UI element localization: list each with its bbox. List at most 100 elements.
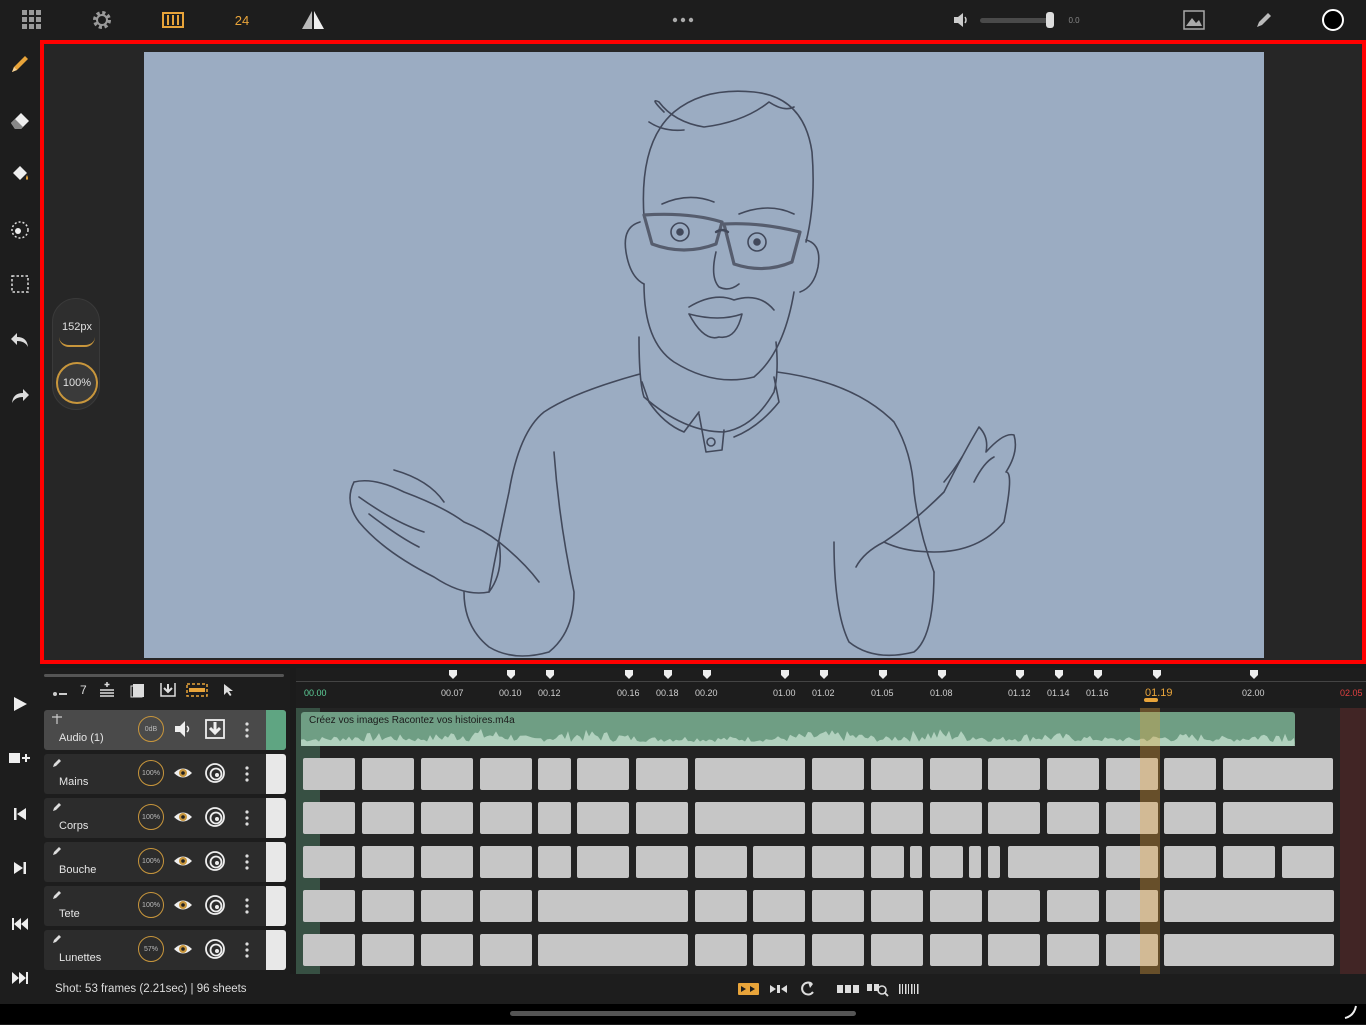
keyframe-marker[interactable] — [703, 670, 711, 679]
layer-menu-icon[interactable] — [242, 939, 252, 961]
speaker-icon[interactable] — [950, 8, 972, 32]
ellipsis-icon[interactable] — [670, 8, 696, 32]
keyframe-marker[interactable] — [1016, 670, 1024, 679]
reverse-icon[interactable] — [800, 981, 816, 1002]
frame-cell[interactable] — [695, 758, 805, 790]
frame-cell[interactable] — [988, 846, 1000, 878]
frame-cell[interactable] — [636, 846, 688, 878]
layer-opacity-dial[interactable]: 100% — [138, 892, 164, 918]
frame-cell[interactable] — [1164, 890, 1334, 922]
home-indicator[interactable] — [510, 1011, 856, 1016]
frame-cell[interactable] — [303, 802, 355, 834]
next-frame-icon[interactable] — [8, 856, 32, 880]
keyframe-marker[interactable] — [781, 670, 789, 679]
frame-cell[interactable] — [988, 890, 1040, 922]
frame-cell[interactable] — [1164, 802, 1216, 834]
frame-cell[interactable] — [362, 890, 414, 922]
frame-cell[interactable] — [988, 758, 1040, 790]
layer-row-audio[interactable]: Audio (1) 0dB — [44, 710, 286, 750]
undo-icon[interactable] — [8, 328, 32, 352]
layer-opacity-dial[interactable]: 100% — [138, 804, 164, 830]
frame-cell[interactable] — [695, 934, 747, 966]
frame-cell[interactable] — [538, 758, 571, 790]
frame-cell[interactable] — [421, 934, 473, 966]
film-icon[interactable] — [160, 8, 186, 32]
keyframe-marker[interactable] — [1094, 670, 1102, 679]
layer-options-icon[interactable] — [186, 682, 208, 703]
frame-cell[interactable] — [930, 802, 982, 834]
eye-icon[interactable] — [172, 850, 194, 872]
frame-cell[interactable] — [1047, 890, 1099, 922]
frame-cell[interactable] — [695, 846, 747, 878]
cursor-icon[interactable] — [222, 683, 234, 702]
add-frame-icon[interactable] — [8, 746, 32, 770]
onion-skin-icon[interactable] — [204, 850, 226, 872]
frame-cell[interactable] — [930, 758, 982, 790]
eye-icon[interactable] — [172, 806, 194, 828]
frames-view-icon[interactable] — [836, 982, 860, 1001]
duplicate-layer-icon[interactable] — [130, 682, 146, 703]
playhead-handle[interactable] — [1144, 698, 1158, 702]
frame-cell[interactable] — [303, 846, 355, 878]
frame-cell[interactable] — [538, 802, 571, 834]
ping-pong-icon[interactable] — [768, 982, 790, 1001]
frame-cell[interactable] — [577, 846, 629, 878]
frame-cell[interactable] — [303, 758, 355, 790]
frame-cell[interactable] — [303, 890, 355, 922]
layer-level-dial[interactable]: 0dB — [138, 716, 164, 742]
frame-cell[interactable] — [480, 934, 532, 966]
frame-cell[interactable] — [1047, 758, 1099, 790]
fps-value[interactable]: 24 — [228, 8, 256, 32]
eye-icon[interactable] — [172, 938, 194, 960]
flip-icon[interactable] — [300, 8, 326, 32]
layer-menu-icon[interactable] — [242, 763, 252, 785]
frame-cell[interactable] — [538, 890, 688, 922]
add-layer-icon[interactable] — [98, 682, 116, 703]
scribble-icon[interactable] — [1342, 1004, 1360, 1025]
frame-cell[interactable] — [1164, 758, 1216, 790]
frame-cell[interactable] — [1282, 846, 1334, 878]
redo-icon[interactable] — [8, 384, 32, 408]
frame-cell[interactable] — [538, 846, 571, 878]
layer-opacity-dial[interactable]: 100% — [138, 848, 164, 874]
keyframe-marker[interactable] — [1153, 670, 1161, 679]
frame-cell[interactable] — [577, 802, 629, 834]
color-swatch[interactable] — [1320, 8, 1346, 32]
frame-cell[interactable] — [636, 802, 688, 834]
frame-cell[interactable] — [930, 934, 982, 966]
layer-row-lunettes[interactable]: Lunettes 57% — [44, 930, 286, 970]
frame-cell[interactable] — [871, 758, 923, 790]
frame-cell[interactable] — [577, 758, 629, 790]
timeline-ruler[interactable]: 00.00 00.07 00.10 00.12 00.16 00.18 00.20 01.00… — [296, 668, 1366, 708]
frame-cell[interactable] — [871, 890, 923, 922]
layer-menu-icon[interactable] — [242, 719, 252, 741]
onion-skin-icon[interactable] — [204, 938, 226, 960]
keyframe-marker[interactable] — [879, 670, 887, 679]
frame-cell[interactable] — [753, 846, 805, 878]
frame-cell[interactable] — [871, 934, 923, 966]
brush-opacity-dial[interactable]: 100% — [56, 362, 98, 404]
go-to-start-icon[interactable] — [8, 912, 32, 936]
layer-row-corps[interactable]: Corps 100% — [44, 798, 286, 838]
frame-cell[interactable] — [871, 846, 904, 878]
onion-skin-icon[interactable] — [204, 894, 226, 916]
frame-cell[interactable] — [1047, 846, 1099, 878]
frame-cell[interactable] — [988, 934, 1040, 966]
eye-icon[interactable] — [172, 894, 194, 916]
frame-cell[interactable] — [362, 934, 414, 966]
download-icon[interactable] — [204, 718, 226, 740]
collapse-icon[interactable] — [52, 685, 68, 703]
frame-cell[interactable] — [812, 890, 864, 922]
zoom-timeline-icon[interactable] — [866, 981, 890, 1002]
smudge-icon[interactable] — [8, 218, 32, 242]
frame-cell[interactable] — [695, 890, 747, 922]
frame-cell[interactable] — [1047, 934, 1099, 966]
frame-cell[interactable] — [695, 802, 805, 834]
onion-skin-icon[interactable] — [204, 806, 226, 828]
frame-cell[interactable] — [988, 802, 1040, 834]
prev-frame-icon[interactable] — [8, 802, 32, 826]
eye-icon[interactable] — [172, 762, 194, 784]
frame-cell[interactable] — [753, 934, 805, 966]
frame-cell[interactable] — [362, 846, 414, 878]
frame-cell[interactable] — [480, 758, 532, 790]
